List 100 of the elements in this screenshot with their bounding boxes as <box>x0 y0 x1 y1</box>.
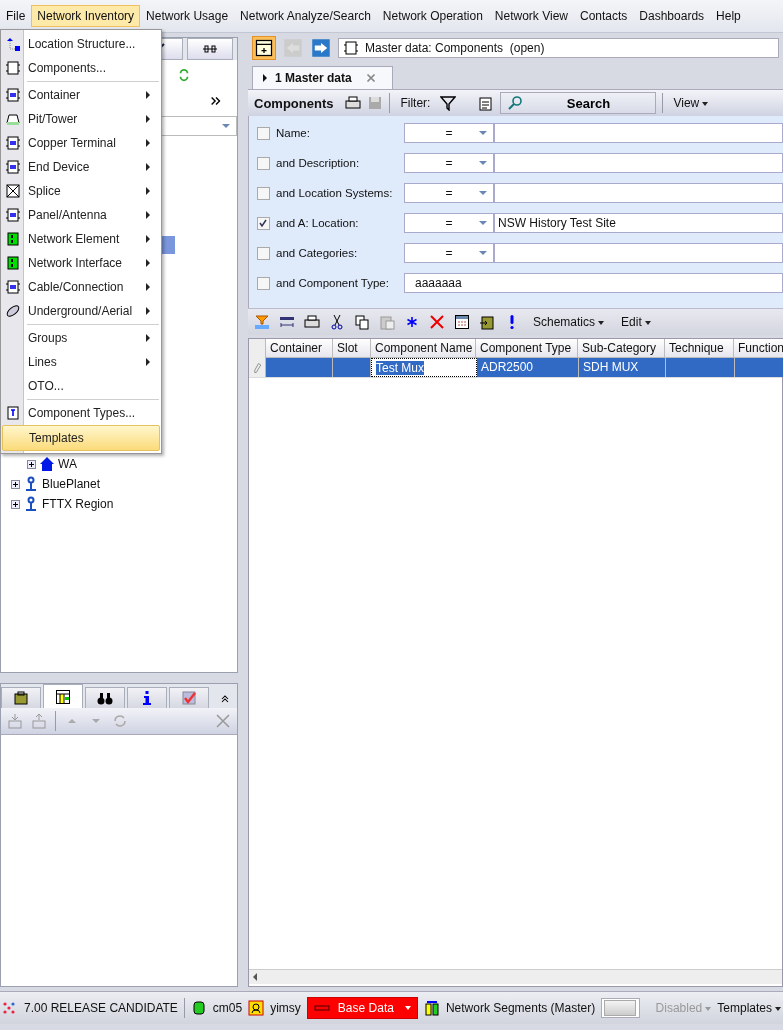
forward-icon[interactable] <box>310 37 332 59</box>
segments-field[interactable] <box>601 998 640 1018</box>
view-menu[interactable]: View <box>669 96 713 110</box>
column-header[interactable]: Sub-Category <box>578 339 665 358</box>
column-width-icon[interactable] <box>279 314 295 330</box>
menu-item[interactable]: Copper Terminal <box>2 131 160 155</box>
form-icon[interactable] <box>478 95 495 111</box>
new-window-icon[interactable] <box>252 36 276 60</box>
menu-item[interactable]: Container <box>2 83 160 107</box>
column-header[interactable]: Slot <box>333 339 371 358</box>
menu-item[interactable]: OTO... <box>2 374 160 398</box>
panel-tab[interactable] <box>85 687 125 708</box>
value-field[interactable] <box>494 243 783 263</box>
expand-toggle[interactable] <box>11 479 20 489</box>
menu-item[interactable]: Network View <box>488 5 574 27</box>
collapse-icon[interactable] <box>219 693 231 705</box>
horizontal-scrollbar[interactable] <box>249 969 782 984</box>
base-data-button[interactable]: Base Data <box>306 997 418 1019</box>
menu-item[interactable]: Components... <box>2 56 160 80</box>
close-icon[interactable] <box>215 713 231 729</box>
menu-item[interactable]: Panel/Antenna <box>2 203 160 227</box>
templates-menu[interactable]: Templates <box>717 1001 781 1015</box>
checkbox[interactable] <box>257 276 270 290</box>
refresh-icon[interactable] <box>177 68 191 82</box>
filter-label: Name: <box>276 127 311 139</box>
expand-toggle[interactable] <box>11 499 20 509</box>
table-row[interactable]: Test Mux ADR2500 SDH MUX <box>249 358 782 377</box>
address-field[interactable]: Master data: Components (open) <box>338 38 779 58</box>
menu-item[interactable]: Network Inventory <box>31 5 141 27</box>
tree-item[interactable]: FTTX Region <box>42 497 114 511</box>
operator-dropdown[interactable]: = <box>404 213 494 233</box>
funnel-icon[interactable] <box>254 314 270 330</box>
menu-item[interactable]: End Device <box>2 155 160 179</box>
menu-item[interactable]: Underground/Aerial <box>2 299 160 323</box>
menu-item[interactable]: Dashboards <box>633 5 711 27</box>
menu-item[interactable]: Groups <box>2 326 160 350</box>
printer-icon[interactable] <box>304 314 320 330</box>
checkbox[interactable] <box>257 246 270 260</box>
expand-toggle[interactable] <box>27 459 36 469</box>
clipboard-icon <box>13 690 29 706</box>
calendar-icon[interactable] <box>454 314 470 330</box>
menu-item[interactable]: Contacts <box>574 5 634 27</box>
edit-menu[interactable]: Edit <box>617 315 655 329</box>
table-cell: Test Mux <box>371 358 477 377</box>
submenu-arrow-icon <box>146 235 150 243</box>
panel-tab[interactable] <box>43 684 83 708</box>
panel-tab[interactable] <box>187 38 233 60</box>
checkbox[interactable] <box>257 126 270 140</box>
menu-item[interactable]: Network Interface <box>2 251 160 275</box>
cut-icon[interactable] <box>329 314 345 330</box>
filter-icon[interactable] <box>440 95 457 111</box>
column-header[interactable]: Component Name <box>371 339 476 358</box>
operator-dropdown[interactable]: = <box>404 243 494 263</box>
menu-item[interactable]: Lines <box>2 350 160 374</box>
schematics-menu[interactable]: Schematics <box>529 315 609 329</box>
insert-above-icon[interactable] <box>31 713 47 729</box>
printer-icon[interactable] <box>345 95 362 111</box>
value-field[interactable] <box>494 183 783 203</box>
value-field[interactable] <box>494 153 783 173</box>
column-header[interactable]: Container <box>266 339 333 358</box>
operator-dropdown[interactable]: = <box>404 123 494 143</box>
column-header[interactable]: Function <box>734 339 783 358</box>
menu-item[interactable]: Help <box>710 5 747 27</box>
insert-below-icon[interactable] <box>7 713 23 729</box>
value-field[interactable]: aaaaaaa <box>404 273 783 293</box>
component-icon <box>343 40 359 56</box>
tree-item[interactable]: WA <box>58 457 77 471</box>
menu-item[interactable]: Component Types... <box>2 401 160 425</box>
checkbox[interactable] <box>257 156 270 170</box>
panel-tab[interactable] <box>127 687 167 708</box>
column-header[interactable]: Technique <box>665 339 734 358</box>
menu-item[interactable]: Network Usage <box>140 5 235 27</box>
menu-item[interactable]: File <box>0 5 32 27</box>
table-cell <box>666 358 735 377</box>
menu-item[interactable]: Templates <box>2 425 160 451</box>
menu-item[interactable]: Network Operation <box>376 5 489 27</box>
copy-icon[interactable] <box>354 314 370 330</box>
close-icon[interactable] <box>364 71 378 85</box>
clipboard-icon[interactable] <box>479 314 495 330</box>
value-field[interactable] <box>494 123 783 143</box>
menu-item[interactable]: Pit/Tower <box>2 107 160 131</box>
value-field[interactable]: NSW History Test Site <box>494 213 783 233</box>
tree-item[interactable]: BluePlanet <box>42 477 101 491</box>
search-button[interactable]: Search <box>500 92 657 114</box>
submenu-arrow-icon <box>146 187 150 195</box>
menu-item[interactable]: Location Structure... <box>2 32 160 56</box>
panel-tab[interactable] <box>1 687 41 708</box>
menu-item[interactable]: Network Analyze/Search <box>234 5 377 27</box>
delete-icon[interactable] <box>429 314 445 330</box>
operator-dropdown[interactable]: = <box>404 183 494 203</box>
expand-icon[interactable] <box>209 94 223 108</box>
location-combo[interactable] <box>161 116 237 136</box>
column-header[interactable]: Component Type <box>476 339 578 358</box>
menu-item[interactable]: Cable/Connection <box>2 275 160 299</box>
menu-item[interactable]: Network Element <box>2 227 160 251</box>
checkbox[interactable] <box>257 216 270 230</box>
operator-dropdown[interactable]: = <box>404 153 494 173</box>
document-tab[interactable]: 1 Master data <box>252 66 393 89</box>
menu-item[interactable]: Splice <box>2 179 160 203</box>
checkbox[interactable] <box>257 186 270 200</box>
